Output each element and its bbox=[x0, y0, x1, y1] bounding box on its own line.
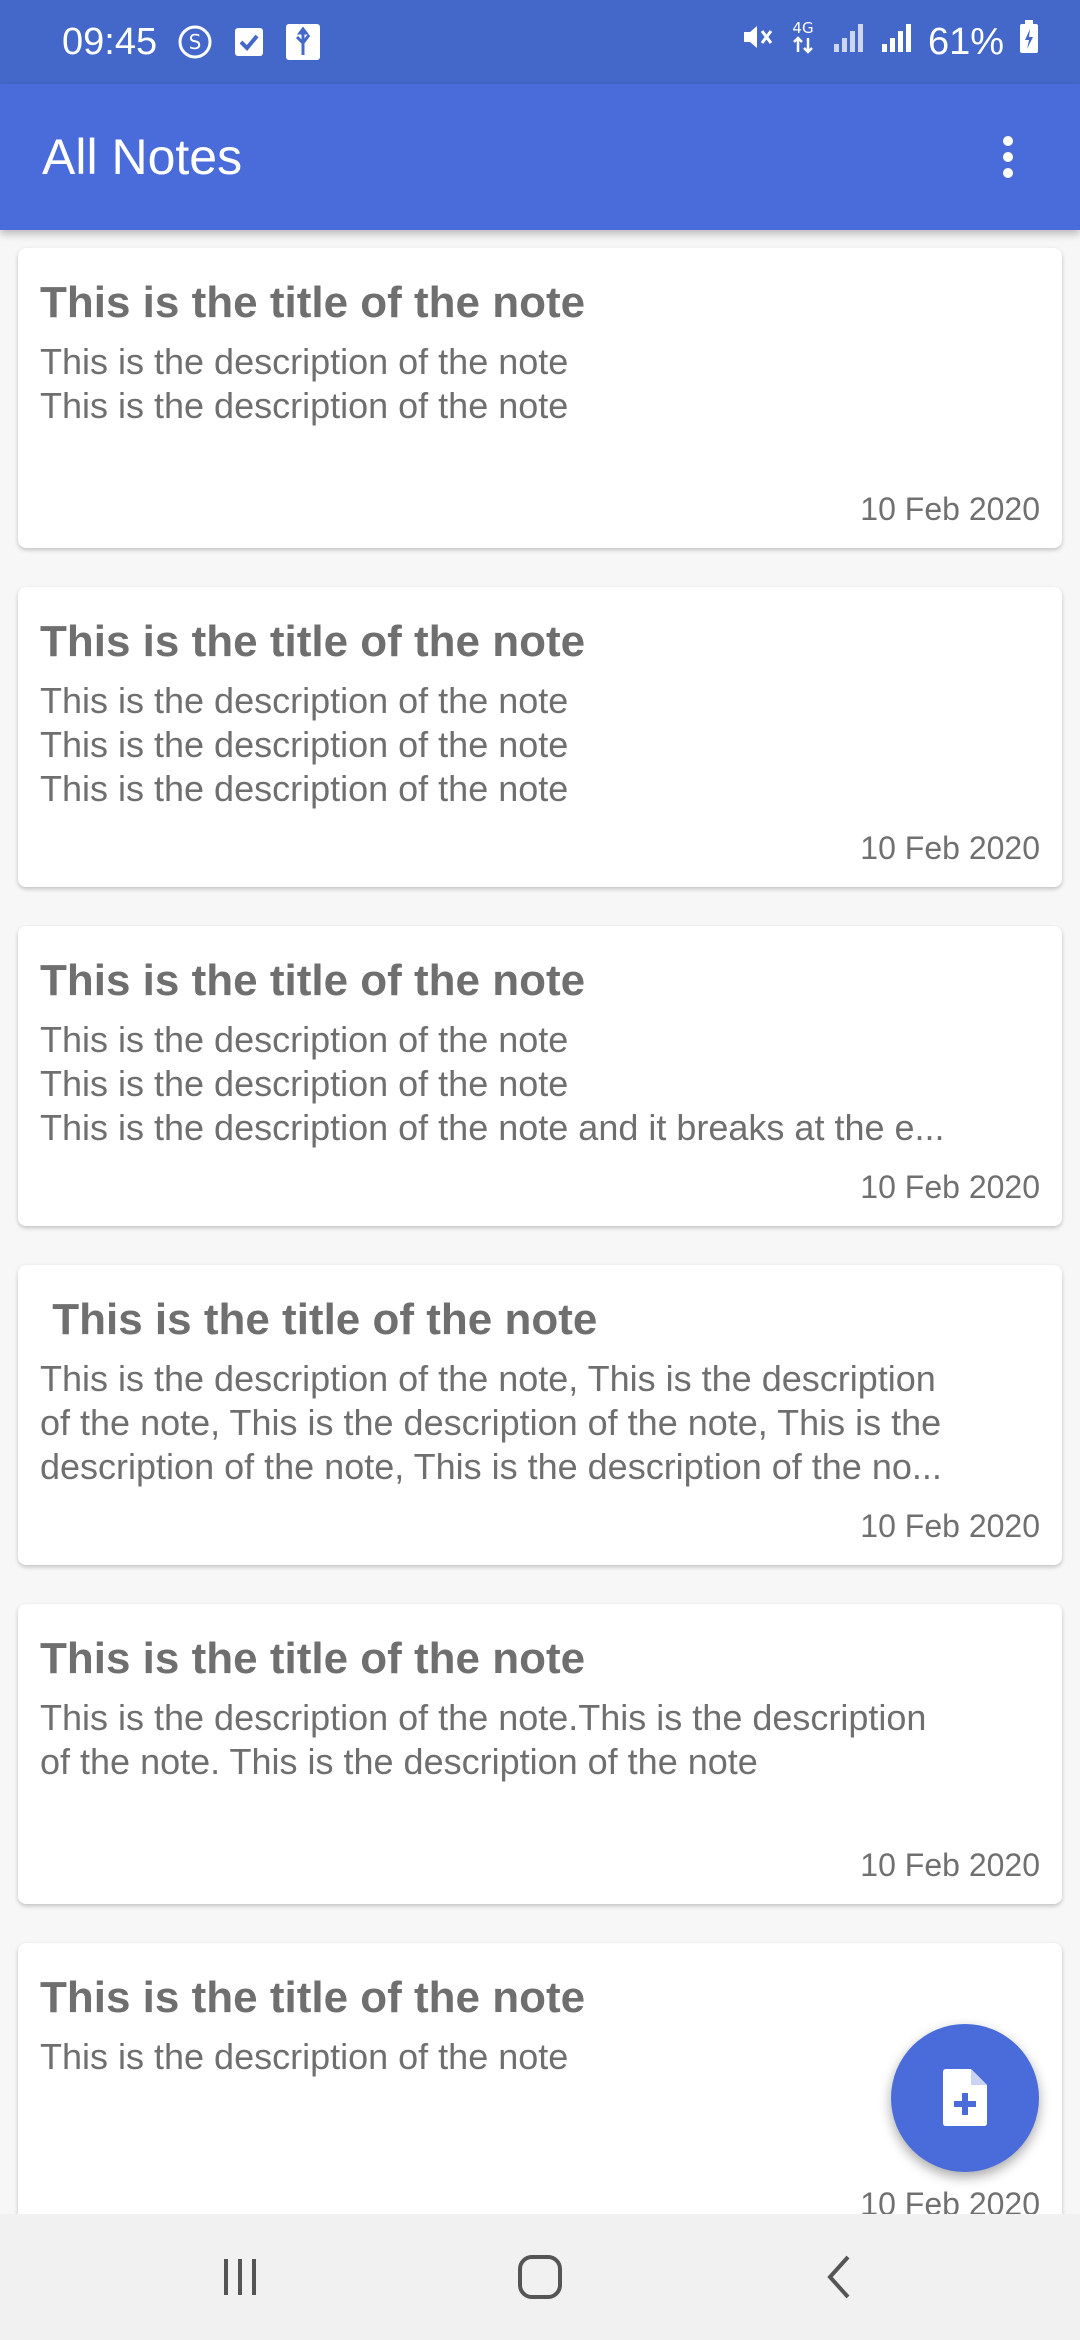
navigation-bar bbox=[0, 2214, 1080, 2340]
status-time: 09:45 bbox=[62, 20, 158, 63]
note-date: 10 Feb 2020 bbox=[860, 830, 1040, 866]
note-title: This is the title of the note bbox=[40, 1295, 598, 1344]
note-title: This is the title of the note bbox=[40, 617, 586, 666]
home-icon bbox=[518, 2255, 562, 2299]
add-note-button[interactable] bbox=[891, 2024, 1039, 2172]
note-description: This is the description of the note This… bbox=[40, 680, 569, 809]
checkbox-icon bbox=[233, 26, 265, 58]
note-card[interactable]: This is the title of the note This is th… bbox=[18, 1604, 1062, 1904]
battery-icon bbox=[1018, 19, 1040, 65]
signal-icon-2 bbox=[880, 20, 914, 64]
svg-text:4G: 4G bbox=[792, 19, 813, 37]
app-bar: All Notes bbox=[0, 84, 1080, 230]
note-title: This is the title of the note bbox=[40, 278, 586, 327]
note-title: This is the title of the note bbox=[40, 1973, 586, 2022]
note-card[interactable]: This is the title of the note This is th… bbox=[18, 248, 1062, 548]
app-root: 09:45 S 4G 61% All Notes This is the tit… bbox=[0, 0, 1080, 2340]
recent-apps-icon bbox=[224, 2259, 256, 2295]
note-title: This is the title of the note bbox=[40, 1634, 586, 1683]
note-description: This is the description of the note This… bbox=[40, 341, 569, 426]
notes-list[interactable]: This is the title of the note This is th… bbox=[0, 230, 1080, 2214]
add-note-icon bbox=[943, 2069, 987, 2126]
note-date: 10 Feb 2020 bbox=[860, 1508, 1040, 1544]
home-button[interactable] bbox=[490, 2227, 590, 2327]
signal-icon-1 bbox=[832, 20, 866, 64]
overflow-menu-button[interactable] bbox=[978, 127, 1038, 187]
note-card[interactable]: This is the title of the note This is th… bbox=[18, 1265, 1062, 1565]
note-description: This is the description of the note bbox=[40, 2036, 569, 2077]
note-date: 10 Feb 2020 bbox=[860, 1169, 1040, 1205]
note-card[interactable]: This is the title of the note This is th… bbox=[18, 587, 1062, 887]
page-title: All Notes bbox=[42, 129, 243, 185]
4g-data-icon: 4G bbox=[788, 18, 818, 66]
s-circle-icon: S bbox=[177, 24, 213, 60]
note-description: This is the description of the note, Thi… bbox=[40, 1358, 942, 1487]
mute-icon bbox=[740, 20, 774, 64]
status-right: 4G 61% bbox=[740, 18, 1040, 66]
svg-text:S: S bbox=[189, 30, 202, 54]
note-card[interactable]: This is the title of the note This is th… bbox=[18, 926, 1062, 1226]
note-title: This is the title of the note bbox=[40, 956, 586, 1005]
status-bar: 09:45 S 4G 61% bbox=[0, 0, 1080, 84]
note-date: 10 Feb 2020 bbox=[860, 2186, 1040, 2214]
battery-percent: 61% bbox=[927, 20, 1004, 63]
note-description: This is the description of the note.This… bbox=[40, 1697, 927, 1782]
recent-apps-button[interactable] bbox=[190, 2227, 290, 2327]
status-left: 09:45 S bbox=[62, 21, 321, 64]
back-icon bbox=[827, 2255, 850, 2299]
note-date: 10 Feb 2020 bbox=[860, 1847, 1040, 1883]
overflow-menu-icon bbox=[1003, 136, 1013, 178]
note-date: 10 Feb 2020 bbox=[860, 491, 1040, 527]
usb-icon bbox=[285, 23, 321, 61]
note-description: This is the description of the note This… bbox=[40, 1019, 945, 1148]
back-button[interactable] bbox=[790, 2227, 890, 2327]
